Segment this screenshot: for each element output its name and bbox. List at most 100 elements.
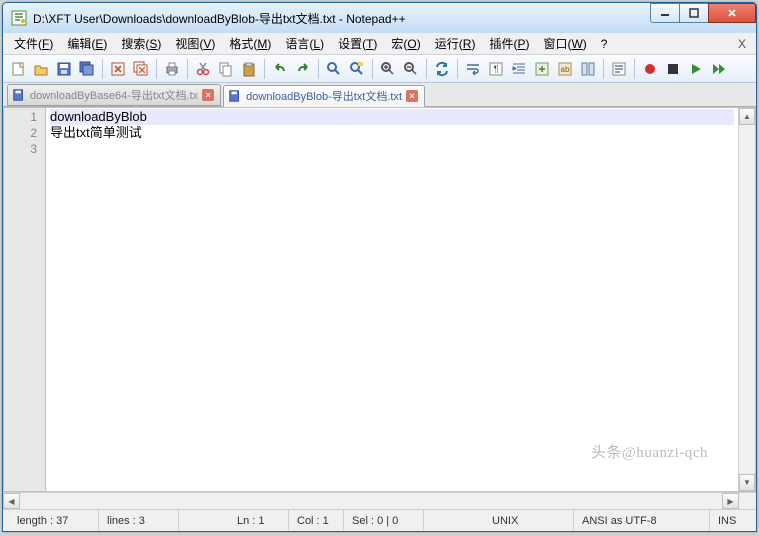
copy-icon [218, 61, 234, 77]
file-icon [12, 88, 26, 102]
toolbar-closeall-button[interactable] [130, 58, 152, 80]
toolbar-separator [457, 59, 458, 79]
toolbar-funclist-button[interactable] [608, 58, 630, 80]
menu-O[interactable]: 宏(O) [384, 33, 427, 54]
save-icon [56, 61, 72, 77]
toolbar-zoomout-button[interactable] [400, 58, 422, 80]
toolbar-saveall-button[interactable] [76, 58, 98, 80]
file-icon [228, 89, 242, 103]
toolbar-playfast-button[interactable] [708, 58, 730, 80]
replace-icon [349, 61, 365, 77]
menu-M[interactable]: 格式(M) [222, 33, 278, 54]
scroll-down-icon[interactable]: ▼ [739, 474, 755, 491]
scroll-up-icon[interactable]: ▲ [739, 108, 755, 125]
toolbar-find-button[interactable] [323, 58, 345, 80]
scroll-left-icon[interactable]: ◀ [3, 493, 20, 509]
closefile-icon [110, 61, 126, 77]
menu-L[interactable]: 语言(L) [278, 33, 331, 54]
toolbar-print-button[interactable] [161, 58, 183, 80]
editor-line[interactable] [50, 141, 734, 157]
toolbar-separator [603, 59, 604, 79]
toolbar-play-button[interactable] [685, 58, 707, 80]
scroll-track-h[interactable] [20, 493, 722, 509]
maximize-button[interactable] [679, 3, 709, 23]
toolbar-new-button[interactable] [7, 58, 29, 80]
toolbar-copy-button[interactable] [215, 58, 237, 80]
record-icon [642, 61, 658, 77]
editor-area: 123 downloadByBlob导出txt简单测试 头条@huanzi-qc… [3, 107, 756, 492]
cut-icon [195, 61, 211, 77]
find-icon [326, 61, 342, 77]
zoomout-icon [403, 61, 419, 77]
file-tab[interactable]: downloadByBase64-导出txt文档.tx × [7, 84, 221, 106]
zoomin-icon [380, 61, 396, 77]
status-lines: lines : 3 [99, 510, 179, 531]
status-col: Col : 1 [289, 510, 344, 531]
menu-F[interactable]: 文件(F) [7, 33, 60, 54]
scroll-track[interactable] [739, 125, 755, 474]
toolbar-closefile-button[interactable] [107, 58, 129, 80]
foldlevel-icon [534, 61, 550, 77]
editor-line[interactable]: downloadByBlob [50, 109, 734, 125]
toolbar-paste-button[interactable] [238, 58, 260, 80]
stop-icon [665, 61, 681, 77]
toolbar-redo-button[interactable] [292, 58, 314, 80]
toolbar-wordwrap-button[interactable] [462, 58, 484, 80]
tab-label: downloadByBase64-导出txt文档.tx [30, 87, 198, 103]
editor-line[interactable]: 导出txt简单测试 [50, 125, 734, 141]
status-sel: Sel : 0 | 0 [344, 510, 424, 531]
toolbar-userlang-button[interactable]: ab [554, 58, 576, 80]
tab-close-icon[interactable]: × [406, 90, 418, 102]
vertical-scrollbar[interactable]: ▲ ▼ [738, 108, 755, 491]
toolbar-open-button[interactable] [30, 58, 52, 80]
toolbar-zoomin-button[interactable] [377, 58, 399, 80]
wordwrap-icon [465, 61, 481, 77]
window-title: D:\XFT User\Downloads\downloadByBlob-导出t… [33, 10, 651, 27]
toolbar-undo-button[interactable] [269, 58, 291, 80]
toolbar-indent-button[interactable] [508, 58, 530, 80]
menu-R[interactable]: 运行(R) [428, 33, 483, 54]
menubar: 文件(F)编辑(E)搜索(S)视图(V)格式(M)语言(L)设置(T)宏(O)运… [3, 33, 756, 55]
toolbar-record-button[interactable] [639, 58, 661, 80]
line-number-gutter: 123 [4, 108, 46, 491]
docmap-icon [580, 61, 596, 77]
toolbar-cut-button[interactable] [192, 58, 214, 80]
toolbar-separator [372, 59, 373, 79]
toolbar-separator [634, 59, 635, 79]
close-button[interactable] [708, 3, 756, 23]
saveall-icon [79, 61, 95, 77]
toolbar-replace-button[interactable] [346, 58, 368, 80]
status-eol: UNIX [484, 510, 574, 531]
menu-V[interactable]: 视图(V) [168, 33, 222, 54]
undo-icon [272, 61, 288, 77]
toolbar-docmap-button[interactable] [577, 58, 599, 80]
toolbar-save-button[interactable] [53, 58, 75, 80]
titlebar[interactable]: D:\XFT User\Downloads\downloadByBlob-导出t… [3, 3, 756, 33]
minimize-button[interactable] [650, 3, 680, 23]
paste-icon [241, 61, 257, 77]
menu-W[interactable]: 窗口(W) [536, 33, 593, 54]
print-icon [164, 61, 180, 77]
menu-E[interactable]: 编辑(E) [60, 33, 114, 54]
line-number: 1 [4, 109, 37, 125]
toolbar-separator [318, 59, 319, 79]
status-ins: INS [710, 510, 750, 531]
toolbar-showall-button[interactable]: ¶ [485, 58, 507, 80]
menu-T[interactable]: 设置(T) [331, 33, 384, 54]
toolbar-sync-button[interactable] [431, 58, 453, 80]
toolbar-foldlevel-button[interactable] [531, 58, 553, 80]
toolbar: ¶ ab [3, 55, 756, 83]
menu-?[interactable]: ? [594, 35, 615, 53]
menubar-close-icon[interactable]: X [732, 37, 752, 51]
menu-P[interactable]: 插件(P) [482, 33, 536, 54]
svg-text:ab: ab [561, 65, 570, 74]
new-icon [10, 61, 26, 77]
text-editor[interactable]: downloadByBlob导出txt简单测试 头条@huanzi-qch [46, 108, 738, 491]
open-icon [33, 61, 49, 77]
file-tab[interactable]: downloadByBlob-导出txt文档.txt× [223, 85, 425, 107]
scroll-right-icon[interactable]: ▶ [722, 493, 739, 509]
horizontal-scrollbar[interactable]: ◀ ▶ [3, 492, 756, 509]
toolbar-stop-button[interactable] [662, 58, 684, 80]
tab-close-icon[interactable]: × [202, 89, 214, 101]
menu-S[interactable]: 搜索(S) [114, 33, 168, 54]
